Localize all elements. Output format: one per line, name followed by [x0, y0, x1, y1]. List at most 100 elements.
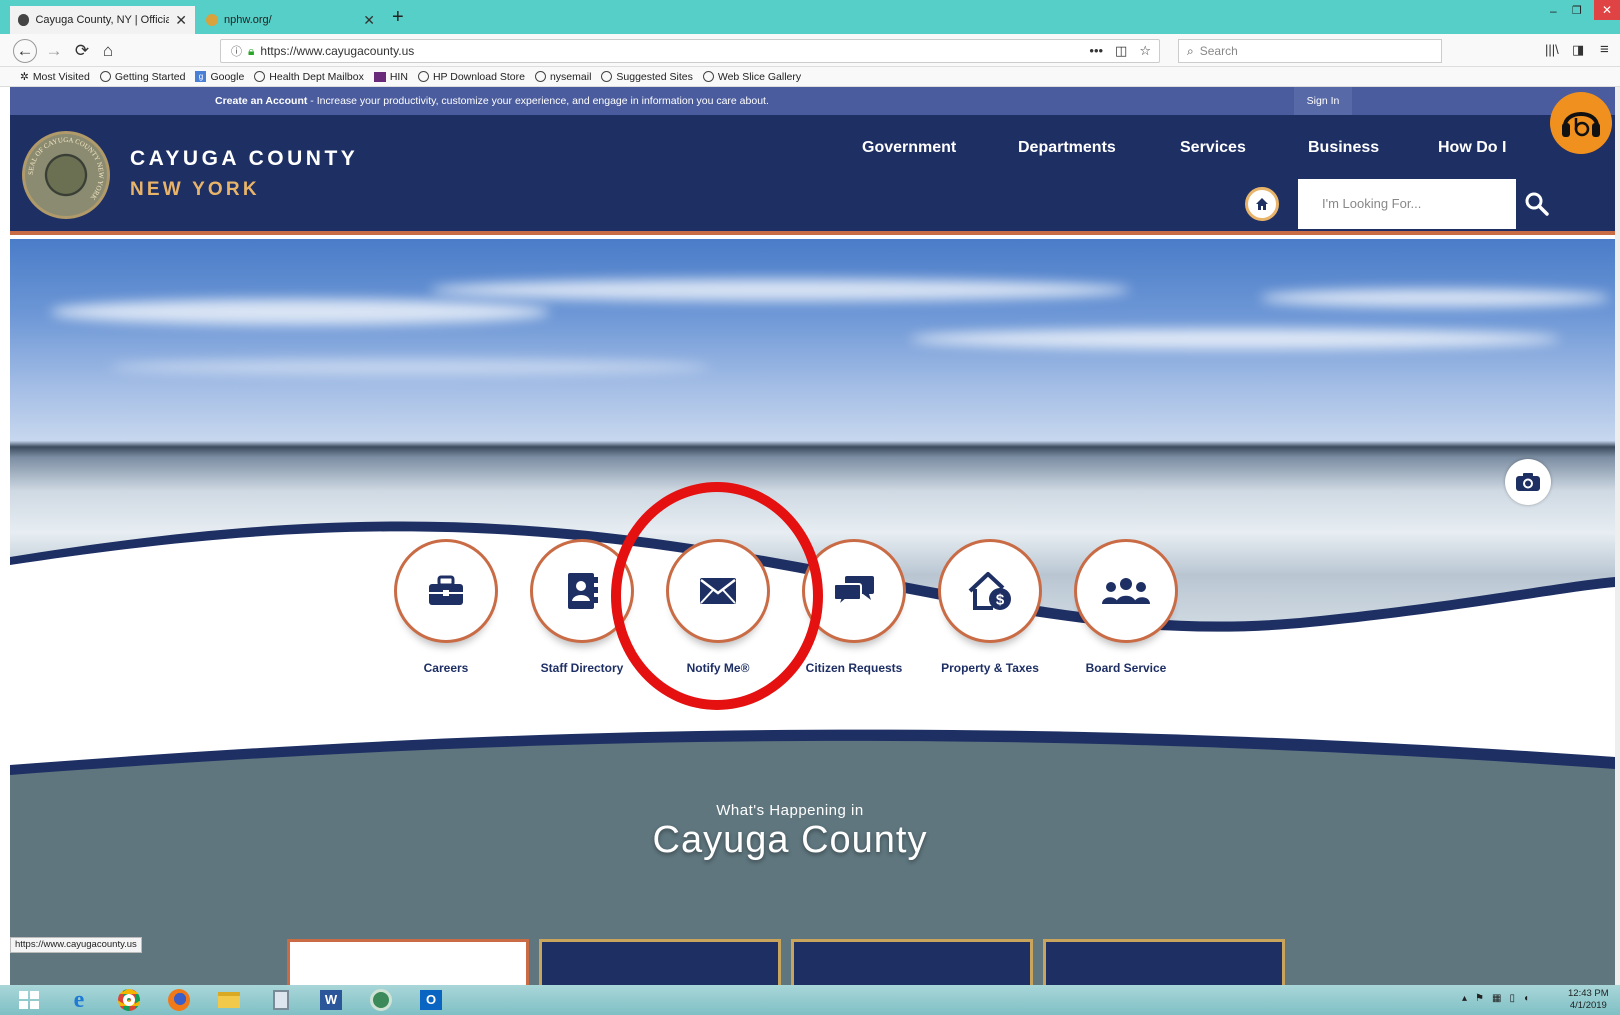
- bookmark-getting-started[interactable]: Getting Started: [99, 70, 186, 83]
- quick-link-property-taxes[interactable]: $ Property & Taxes: [930, 539, 1050, 675]
- bookmark-health-dept-mailbox[interactable]: Health Dept Mailbox: [254, 71, 364, 83]
- info-icon[interactable]: ⓘ: [231, 43, 242, 59]
- globe-icon: [99, 71, 111, 82]
- svg-text:SEAL OF CAYUGA COUNTY NEW YORK: SEAL OF CAYUGA COUNTY NEW YORK: [27, 136, 105, 201]
- account-tagline: - Increase your productivity, customize …: [307, 95, 769, 107]
- file-explorer-icon[interactable]: [210, 987, 248, 1013]
- tab-nphw[interactable]: nphw.org/ ✕: [198, 6, 383, 34]
- tab-title: nphw.org/: [224, 14, 272, 26]
- nav-how-do-i[interactable]: How Do I: [1438, 139, 1506, 157]
- internet-explorer-icon[interactable]: e: [60, 987, 98, 1013]
- home-icon: [1256, 198, 1268, 210]
- sidebar-icon[interactable]: ◨: [1572, 42, 1584, 58]
- globe-icon: [417, 71, 429, 82]
- search-icon: ⌕: [1187, 43, 1194, 58]
- bookmark-star-icon[interactable]: ☆: [1139, 43, 1151, 59]
- bookmarks-toolbar: ✲ Most Visited Getting Started g Google He…: [0, 67, 1620, 87]
- page-scrollbar[interactable]: [1615, 87, 1620, 985]
- quick-link-careers[interactable]: Careers: [386, 539, 506, 675]
- bookmark-label: Getting Started: [114, 70, 186, 83]
- nav-services[interactable]: Services: [1180, 139, 1246, 157]
- gear-icon: ✲: [20, 70, 29, 83]
- reload-icon[interactable]: ⟳: [70, 39, 94, 63]
- network-app-icon[interactable]: [362, 987, 400, 1013]
- browser-tab-bar: Cayuga County, NY | Official W ✕ nphw.or…: [0, 0, 1620, 34]
- news-card[interactable]: [539, 939, 781, 985]
- bookmark-google[interactable]: g Google: [195, 71, 244, 83]
- search-icon: [1525, 192, 1549, 216]
- bookmark-web-slice-gallery[interactable]: Web Slice Gallery: [702, 71, 801, 83]
- county-seal-logo[interactable]: SEAL OF CAYUGA COUNTY NEW YORK: [22, 131, 110, 219]
- quick-link-label: Staff Directory: [540, 661, 624, 675]
- new-tab-icon[interactable]: +: [392, 6, 404, 29]
- close-tab-icon[interactable]: ✕: [175, 12, 187, 29]
- tab-title: Cayuga County, NY | Official W: [35, 14, 170, 26]
- clock-time: 12:43 PM: [1568, 988, 1609, 999]
- nav-business[interactable]: Business: [1308, 139, 1379, 157]
- bookmark-nysemail[interactable]: nysemail: [534, 70, 592, 83]
- nav-government[interactable]: Government: [862, 139, 956, 157]
- tab-cayuga[interactable]: Cayuga County, NY | Official W ✕: [10, 6, 195, 34]
- nav-departments[interactable]: Departments: [1018, 139, 1116, 157]
- create-account-link[interactable]: Create an Account: [215, 95, 307, 107]
- menu-icon[interactable]: ≡: [1600, 41, 1609, 58]
- site-search-button[interactable]: [1524, 191, 1554, 221]
- back-icon[interactable]: ←: [13, 39, 37, 63]
- news-card[interactable]: [791, 939, 1033, 985]
- outlook-icon[interactable]: O: [412, 987, 450, 1013]
- bookmark-hin[interactable]: HIN: [373, 71, 408, 83]
- window-close-icon[interactable]: ✕: [1594, 0, 1620, 20]
- library-icon[interactable]: |||\: [1545, 42, 1559, 57]
- accessibility-widget-button[interactable]: [1550, 92, 1612, 154]
- hin-icon: [373, 71, 386, 82]
- network-icon[interactable]: ▦: [1492, 993, 1501, 1004]
- calculator-icon[interactable]: [262, 987, 300, 1013]
- pocket-icon[interactable]: ◫: [1115, 43, 1127, 59]
- google-icon: g: [195, 71, 207, 82]
- quick-link-label: Careers: [423, 661, 469, 675]
- address-bar[interactable]: ⓘ 🔒︎ https://www.cayugacounty.us ••• ◫ ☆: [220, 39, 1160, 63]
- bookmark-hp-download-store[interactable]: HP Download Store: [417, 71, 525, 83]
- news-card[interactable]: [1043, 939, 1285, 985]
- home-icon[interactable]: ⌂: [96, 39, 120, 63]
- home-button[interactable]: [1245, 187, 1279, 221]
- close-tab-icon[interactable]: ✕: [363, 12, 375, 29]
- news-card[interactable]: [287, 939, 529, 985]
- chrome-icon[interactable]: [110, 987, 148, 1013]
- browser-toolbar: ← → ⟳ ⌂ ⓘ 🔒︎ https://www.cayugacounty.us…: [0, 34, 1620, 67]
- quick-link-label: Citizen Requests: [805, 661, 903, 675]
- globe-icon: [534, 71, 546, 82]
- camera-icon: [1516, 473, 1540, 491]
- page-actions-icon[interactable]: •••: [1089, 43, 1103, 59]
- battery-icon[interactable]: ▯: [1509, 993, 1515, 1004]
- restore-icon[interactable]: ❐: [1572, 4, 1582, 17]
- flag-icon[interactable]: ⚑: [1475, 993, 1484, 1004]
- bookmark-label: nysemail: [549, 70, 592, 83]
- sign-in-button[interactable]: Sign In: [1294, 87, 1352, 115]
- group-people-icon: [1102, 578, 1150, 604]
- bookmark-most-visited[interactable]: ✲ Most Visited: [20, 71, 90, 83]
- word-icon[interactable]: W: [312, 987, 350, 1013]
- site-favicon-icon: [18, 14, 30, 26]
- clock[interactable]: 12:43 PM 4/1/2019: [1568, 988, 1609, 1012]
- globe-icon: [702, 71, 714, 82]
- bookmark-suggested-sites[interactable]: Suggested Sites: [601, 71, 693, 83]
- browser-search-input[interactable]: ⌕ Search: [1178, 39, 1442, 63]
- system-tray: ▴ ⚑ ▦ ▯ ◖: [1462, 993, 1529, 1004]
- site-search-input[interactable]: I'm Looking For...: [1298, 179, 1516, 229]
- svg-text:$: $: [996, 592, 1005, 609]
- happening-title: Cayuga County: [652, 819, 928, 861]
- tray-expand-icon[interactable]: ▴: [1462, 993, 1467, 1004]
- minimize-icon[interactable]: –: [1550, 4, 1557, 18]
- seal-text: SEAL OF CAYUGA COUNTY NEW YORK: [27, 136, 105, 201]
- url-text: https://www.cayugacounty.us: [260, 44, 415, 58]
- photo-credit-button[interactable]: [1505, 459, 1551, 505]
- headphones-icon: [1562, 112, 1600, 137]
- quick-link-board-service[interactable]: Board Service: [1066, 539, 1186, 675]
- site-title[interactable]: CAYUGA COUNTY: [130, 147, 358, 171]
- start-button[interactable]: [10, 987, 48, 1013]
- volume-icon[interactable]: ◖: [1523, 993, 1529, 1004]
- firefox-icon[interactable]: [160, 987, 198, 1013]
- status-url-tooltip: https://www.cayugacounty.us: [10, 937, 142, 953]
- forward-icon[interactable]: →: [42, 39, 66, 63]
